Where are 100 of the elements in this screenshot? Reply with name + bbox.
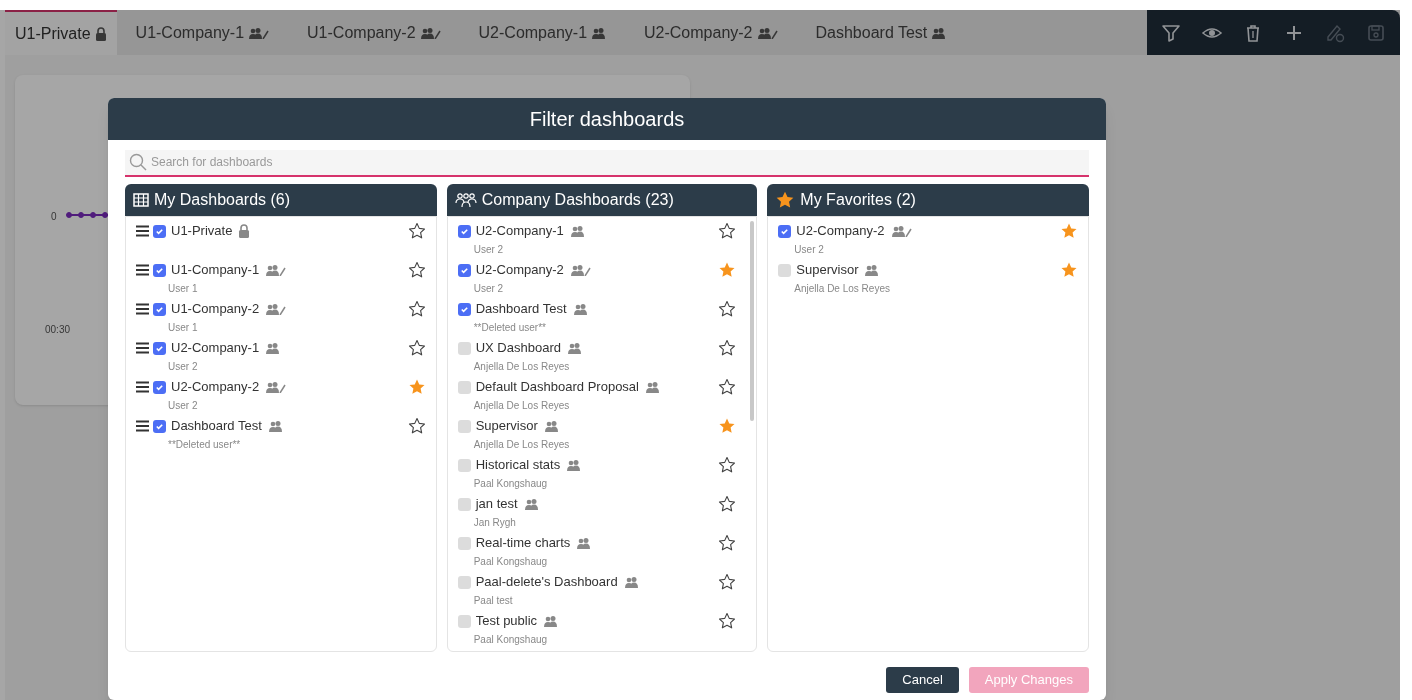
checkbox[interactable] xyxy=(778,263,792,277)
check-icon xyxy=(155,265,164,275)
people-pencil-icon xyxy=(419,26,441,39)
checkbox[interactable] xyxy=(457,419,471,433)
dashboard-name: U2-Company-1 xyxy=(475,222,564,241)
star-icon[interactable] xyxy=(407,300,426,318)
people-icon xyxy=(623,576,639,588)
dashboard-name: U2-Company-1 xyxy=(171,339,260,358)
dashboard-name: Dashboard Test xyxy=(171,417,262,436)
check-icon xyxy=(155,421,164,431)
check-icon xyxy=(155,226,164,236)
check-icon xyxy=(459,226,469,236)
star-icon[interactable] xyxy=(718,534,737,552)
people-icon xyxy=(543,615,559,627)
dashboard-tab[interactable]: U1-Company-1 xyxy=(116,10,289,55)
people-pencil-icon xyxy=(248,26,270,39)
checkbox[interactable] xyxy=(153,380,166,394)
checkbox[interactable] xyxy=(778,224,792,238)
dashboard-name: Test public xyxy=(475,612,538,631)
star-icon[interactable] xyxy=(407,222,426,240)
axis-label: 0 xyxy=(51,210,57,224)
people-icon xyxy=(543,420,559,432)
dashboard-name: U2-Company-2 xyxy=(796,222,885,241)
scrollbar-thumb[interactable] xyxy=(750,221,755,421)
star-icon[interactable] xyxy=(407,261,426,279)
dashboard-tab[interactable]: Dashboard Test xyxy=(796,10,966,55)
search-field[interactable]: Search for dashboards xyxy=(125,149,1089,177)
cancel-button[interactable]: Cancel xyxy=(886,667,959,693)
lock-icon xyxy=(94,26,107,41)
star-icon[interactable] xyxy=(718,612,737,630)
dashboard-name: U1-Company-1 xyxy=(171,261,260,280)
dashboard-tab[interactable]: U2-Company-1 xyxy=(459,10,626,55)
owner-name: **Deleted user** xyxy=(472,321,547,335)
people-icon xyxy=(645,381,660,393)
drag-handle-icon xyxy=(136,264,149,276)
star-icon[interactable] xyxy=(407,417,426,435)
people-icon xyxy=(267,420,283,432)
checkbox[interactable] xyxy=(457,341,471,355)
people-icon xyxy=(523,498,539,510)
dashboard-tab[interactable]: U1-Private xyxy=(5,10,117,55)
filled-star-icon[interactable] xyxy=(718,261,737,279)
checkbox[interactable] xyxy=(457,458,471,472)
people-icon xyxy=(569,225,585,237)
checkbox[interactable] xyxy=(457,614,471,628)
people-pencil-icon xyxy=(890,225,912,237)
filled-star-icon[interactable] xyxy=(718,417,737,435)
column-title: My Dashboards (6) xyxy=(154,190,291,210)
people-icon xyxy=(566,459,582,471)
checkbox[interactable] xyxy=(153,341,166,355)
star-icon[interactable] xyxy=(718,456,737,474)
dashboard-tab[interactable]: U2-Company-2 xyxy=(625,10,797,55)
check-icon xyxy=(780,226,790,236)
checkbox[interactable] xyxy=(457,224,471,238)
star-icon[interactable] xyxy=(718,573,737,591)
dashboard-name: U2-Company-2 xyxy=(171,378,260,397)
people-pencil-icon xyxy=(756,26,778,39)
owner-name: User 2 xyxy=(472,243,505,257)
filled-star-icon[interactable] xyxy=(1060,261,1078,279)
dashboard-name: jan test xyxy=(475,495,518,514)
star-icon[interactable] xyxy=(718,300,737,318)
star-icon[interactable] xyxy=(718,378,737,396)
checkbox[interactable] xyxy=(153,224,166,238)
drag-handle-icon xyxy=(136,342,149,354)
owner-name: User 2 xyxy=(167,399,199,413)
checkbox[interactable] xyxy=(153,263,166,277)
people-icon xyxy=(566,342,582,354)
star-icon[interactable] xyxy=(718,495,737,513)
checkbox[interactable] xyxy=(457,380,471,394)
drag-handle-icon xyxy=(136,381,149,393)
dashboard-name: Real-time charts xyxy=(475,534,571,553)
check-icon xyxy=(155,304,164,314)
checkbox[interactable] xyxy=(153,302,166,316)
people-pencil-icon xyxy=(569,264,591,276)
dashboard-name: U1-Company-2 xyxy=(171,300,260,319)
checkbox[interactable] xyxy=(457,536,471,550)
star-icon[interactable] xyxy=(718,339,737,357)
star-icon[interactable] xyxy=(718,222,737,240)
filled-star-icon[interactable] xyxy=(407,378,426,396)
column-title: Company Dashboards (23) xyxy=(481,190,674,210)
dialog-title: Filter dashboards xyxy=(108,98,1106,140)
checkbox[interactable] xyxy=(457,575,471,589)
checkbox[interactable] xyxy=(457,497,471,511)
axis-label: 00:30 xyxy=(45,323,71,337)
filter-icon[interactable] xyxy=(1161,22,1182,43)
check-icon xyxy=(459,265,469,275)
people-pencil-icon xyxy=(265,381,287,393)
checkbox[interactable] xyxy=(457,263,471,277)
owner-name: Anjella De Los Reyes xyxy=(793,282,891,296)
checkbox[interactable] xyxy=(153,419,166,433)
dashboard-name: Supervisor xyxy=(475,417,538,436)
filled-star-icon[interactable] xyxy=(1060,222,1078,240)
dashboard-tab[interactable]: U1-Company-2 xyxy=(288,10,460,55)
owner-name: User 2 xyxy=(167,360,199,374)
lock-icon xyxy=(238,224,251,238)
star-icon[interactable] xyxy=(407,339,426,357)
star-icon xyxy=(775,190,796,210)
owner-name: User 1 xyxy=(167,282,199,296)
check-icon xyxy=(155,343,164,353)
owner-name: Paal Kongshaug xyxy=(472,633,549,647)
checkbox[interactable] xyxy=(457,302,471,316)
